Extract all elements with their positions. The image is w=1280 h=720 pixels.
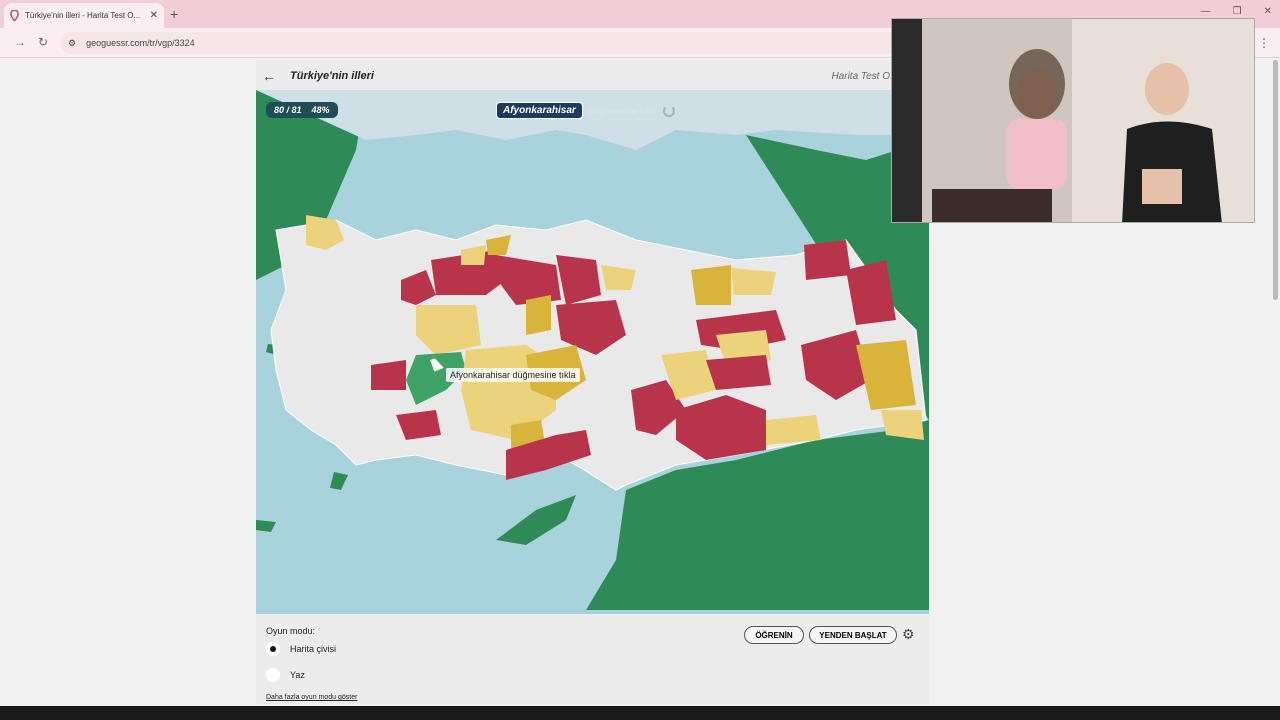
- minimize-icon[interactable]: —: [1201, 6, 1211, 17]
- restore-icon[interactable]: ❐: [1233, 6, 1242, 17]
- target-prompt: Afyonkarahisar düğmesine tıkla: [496, 102, 675, 119]
- browser-tab[interactable]: Türkiye'nin illeri - Harita Test O... ✕: [4, 3, 164, 28]
- taskbar: [0, 706, 1280, 720]
- mode-option-pin[interactable]: Harita çivisi: [266, 642, 336, 656]
- quiz-type-label: Harita Test O: [831, 70, 890, 82]
- rhodes: [256, 520, 276, 532]
- url-text: geoguessr.com/tr/vgp/3324: [86, 38, 195, 48]
- webcam-overlay: [891, 18, 1255, 223]
- cyprus: [496, 495, 576, 545]
- mode-option-label: Yaz: [290, 670, 305, 680]
- close-window-icon[interactable]: ✕: [1264, 6, 1272, 17]
- target-province: Afyonkarahisar: [496, 102, 583, 119]
- province-y[interactable]: [731, 268, 776, 295]
- learn-button[interactable]: ÖĞRENİN: [744, 626, 804, 644]
- province-w[interactable]: [766, 415, 821, 445]
- map-tooltip: Afyonkarahisar düğmesine tıkla: [446, 368, 580, 382]
- timer-icon: [662, 104, 675, 117]
- crete-islet: [330, 472, 348, 490]
- restart-button[interactable]: YENDEN BAŞLAT: [809, 626, 897, 644]
- mode-option-label: Harita çivisi: [290, 644, 337, 654]
- page-title: Türkiye'nin illeri: [290, 70, 374, 82]
- new-tab-icon[interactable]: +: [170, 6, 178, 22]
- province-k[interactable]: [371, 360, 406, 390]
- reload-icon[interactable]: ↻: [38, 35, 48, 49]
- province-f[interactable]: [526, 295, 551, 335]
- mode-option-type[interactable]: Yaz: [266, 668, 305, 682]
- game-mode-label: Oyun modu:: [266, 626, 316, 636]
- score-percent: 48%: [311, 105, 330, 115]
- radio-unselected-icon[interactable]: [266, 668, 280, 682]
- game-header: ← Türkiye'nin illeri Harita Test O: [256, 62, 930, 90]
- map-svg[interactable]: [256, 90, 929, 614]
- province-u[interactable]: [706, 355, 771, 390]
- omnibox[interactable]: ⚙ geoguessr.com/tr/vgp/3324: [60, 32, 960, 54]
- more-modes-link[interactable]: Daha fazla oyun modu göster: [266, 694, 357, 701]
- location-pin-icon: [10, 10, 19, 21]
- browser-menu-icon[interactable]: ⋮: [1258, 36, 1270, 50]
- close-tab-icon[interactable]: ✕: [150, 10, 158, 21]
- site-settings-icon[interactable]: ⚙: [68, 38, 76, 49]
- instruction-text: düğmesine tıkla: [588, 105, 657, 116]
- province-x[interactable]: [691, 265, 731, 305]
- forward-icon[interactable]: →: [14, 35, 26, 49]
- progress-count: 80 / 81: [274, 105, 302, 115]
- province-z[interactable]: [804, 240, 851, 280]
- window-controls: — ❐ ✕: [1201, 6, 1272, 17]
- turkey-map[interactable]: 80 / 81 48% Afyonkarahisar düğmesine tık…: [256, 90, 929, 614]
- radio-selected-icon[interactable]: [266, 642, 280, 656]
- tab-title: Türkiye'nin illeri - Harita Test O...: [25, 11, 141, 20]
- settings-gear-icon[interactable]: ⚙: [902, 626, 915, 643]
- scrollbar[interactable]: [1273, 60, 1278, 300]
- back-arrow-icon[interactable]: ←: [262, 68, 276, 84]
- score-badge: 80 / 81 48%: [266, 102, 338, 118]
